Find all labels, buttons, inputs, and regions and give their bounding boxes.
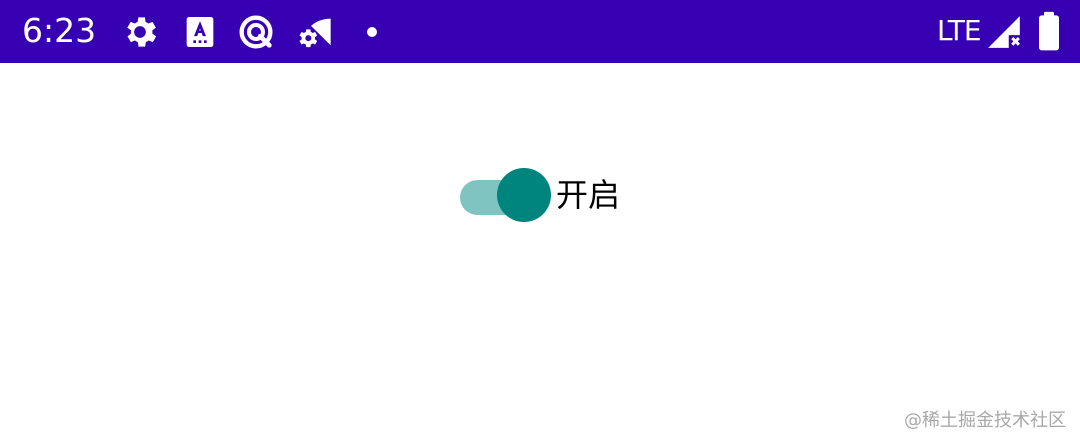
status-time: 6:23 <box>22 11 97 50</box>
notification-dot-icon <box>367 27 377 37</box>
keyboard-a-icon <box>180 12 220 52</box>
switch-row[interactable]: 开启 <box>460 167 620 223</box>
network-type: LTE <box>937 14 982 47</box>
status-bar: 6:23 LTE <box>0 0 1080 63</box>
wifi-settings-icon <box>294 12 334 52</box>
switch-thumb[interactable] <box>497 168 551 222</box>
data-saver-icon <box>236 12 276 52</box>
main-content: 开启 @稀土掘金技术社区 <box>0 63 1080 444</box>
toggle-switch[interactable] <box>460 167 551 223</box>
signal-icon <box>985 13 1023 51</box>
watermark: @稀土掘金技术社区 <box>904 410 1066 431</box>
battery-icon <box>1030 11 1068 51</box>
switch-label: 开启 <box>556 176 621 214</box>
settings-icon <box>120 12 160 52</box>
